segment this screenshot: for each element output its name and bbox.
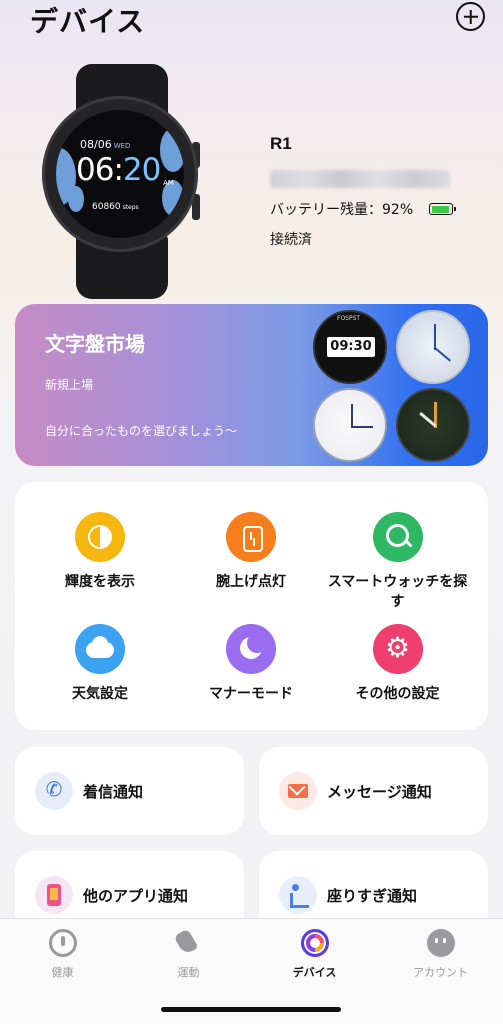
function-label: マナーモード (209, 686, 293, 702)
health-icon (48, 929, 77, 957)
page-title: デバイス (30, 5, 146, 38)
function-label: その他の設定 (355, 686, 440, 702)
banner-title: 文字盤市場 (45, 332, 145, 356)
gear-icon (372, 624, 423, 674)
notification-label: 他のアプリ通知 (83, 887, 189, 905)
phone-icon (35, 772, 73, 810)
watch-image: 08/06 WED 06:20 AM 60860 steps (40, 64, 205, 299)
watch-face-preview (396, 310, 470, 384)
brightness-icon (75, 512, 125, 562)
notification-label: 着信通知 (83, 783, 144, 801)
watch-face: 08/06 WED 06:20 AM 60860 steps (56, 110, 184, 238)
watch-steps: 60860 steps (92, 202, 139, 212)
tab-label: 運動 (177, 966, 200, 979)
tab-device[interactable]: デバイス (252, 929, 377, 980)
device-name: R1 (270, 134, 292, 153)
battery-info: バッテリー残量：92% (270, 199, 457, 219)
battery-icon (429, 203, 457, 215)
watch-face-preview: FOSPST 09:30 (313, 310, 387, 384)
app-icon (35, 876, 73, 914)
watch-face-decoration (68, 186, 84, 212)
function-grid: 輝度を表示 腕上げ点灯 スマートウォッチを探す 天気設定 マナーモード その他の… (15, 482, 488, 730)
wrist-raise-button[interactable]: 腕上げ点灯 (171, 512, 331, 592)
function-label: 天気設定 (72, 686, 128, 702)
watch-face-market-banner[interactable]: 文字盤市場 新規上場 自分に合ったものを選びましょう～ FOSPST 09:30 (15, 304, 488, 466)
home-indicator[interactable] (161, 1007, 341, 1012)
call-notification-card[interactable]: 着信通知 (15, 747, 244, 835)
device-id-blurred (270, 170, 450, 188)
shoe-icon (175, 929, 203, 957)
clock-hand (434, 347, 451, 362)
brightness-button[interactable]: 輝度を表示 (20, 512, 180, 592)
battery-label: バッテリー残量：92% (270, 202, 414, 218)
manner-mode-button[interactable]: マナーモード (171, 624, 331, 704)
sitting-icon (279, 876, 317, 914)
tab-label: アカウント (413, 966, 468, 979)
watch-face-preview (396, 388, 470, 462)
banner-subtitle: 新規上場 (45, 378, 94, 392)
watch-face-time: 09:30 (327, 337, 375, 357)
tab-label: デバイス (292, 966, 337, 979)
add-device-button[interactable] (456, 2, 485, 31)
watch-date: 08/06 WED (80, 138, 131, 151)
watch-face-brand: FOSPST (337, 315, 361, 322)
moon-icon (226, 624, 276, 674)
connection-status: 接続済 (270, 232, 312, 248)
watch-case: 08/06 WED 06:20 AM 60860 steps (42, 96, 198, 252)
tab-label: 健康 (51, 966, 74, 979)
function-label: 輝度を表示 (65, 574, 135, 590)
account-icon (426, 929, 455, 957)
message-notification-card[interactable]: メッセージ通知 (259, 747, 488, 835)
clock-hand (351, 404, 353, 428)
function-label: スマートウォッチを探す (327, 574, 468, 610)
weather-settings-button[interactable]: 天気設定 (20, 624, 180, 704)
watch-face-decoration (160, 128, 184, 172)
watch-ampm: AM (163, 179, 174, 187)
other-settings-button[interactable]: その他の設定 (315, 624, 480, 704)
watch-face-preview (313, 388, 387, 462)
banner-description: 自分に合ったものを選びましょう～ (45, 424, 238, 438)
tab-exercise[interactable]: 運動 (126, 929, 251, 980)
mail-icon (279, 772, 317, 810)
tab-health[interactable]: 健康 (0, 929, 125, 980)
device-icon (300, 929, 329, 957)
wrist-raise-icon (226, 512, 276, 562)
function-label: 腕上げ点灯 (216, 574, 286, 590)
tab-account[interactable]: アカウント (378, 929, 503, 980)
notification-label: 座りすぎ通知 (327, 887, 418, 905)
notification-label: メッセージ通知 (327, 783, 432, 801)
cloud-icon (75, 624, 125, 674)
clock-hand (351, 426, 373, 428)
find-watch-button[interactable]: スマートウォッチを探す (315, 512, 480, 612)
watch-time: 06:20 (76, 152, 161, 188)
search-icon (372, 512, 423, 562)
